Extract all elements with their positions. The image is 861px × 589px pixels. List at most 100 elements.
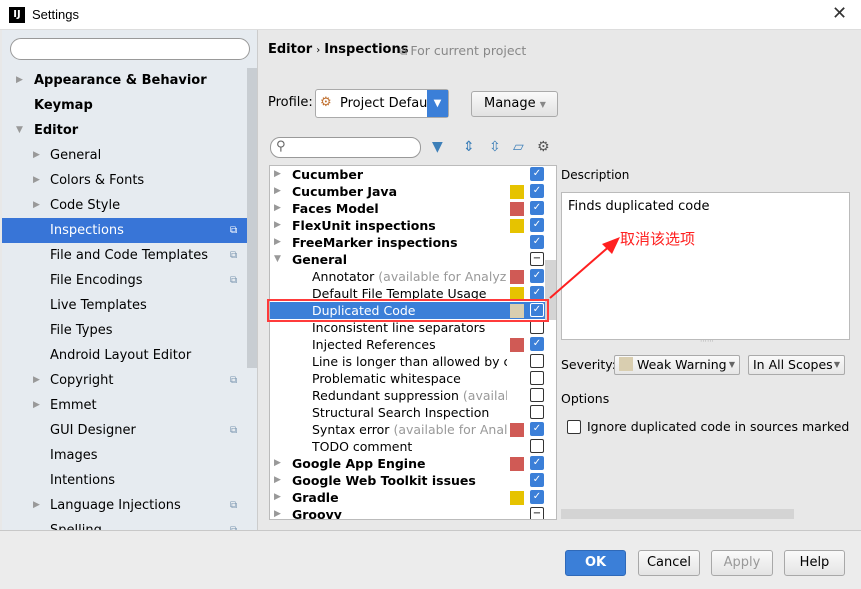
ignore-duplicated-checkbox[interactable] bbox=[567, 420, 581, 434]
sidebar-item-spelling[interactable]: Spelling ⧉ bbox=[2, 518, 247, 530]
sidebar-item-emmet[interactable]: ▶ Emmet bbox=[2, 393, 247, 418]
inspection-name: Google App Engine bbox=[292, 456, 426, 471]
inspection-name: Cucumber bbox=[292, 167, 363, 182]
sidebar-scrollbar[interactable] bbox=[247, 68, 257, 368]
sidebar-item-code-style[interactable]: ▶ Code Style bbox=[2, 193, 247, 218]
inspection-checkbox[interactable]: ✓ bbox=[530, 167, 544, 181]
tree-row[interactable]: TODO comment bbox=[270, 438, 546, 455]
help-button[interactable]: Help bbox=[784, 550, 845, 576]
triangle-right-icon[interactable]: ▶ bbox=[274, 506, 281, 519]
triangle-right-icon[interactable]: ▶ bbox=[33, 368, 40, 393]
sidebar-item-editor[interactable]: ▼ Editor bbox=[2, 118, 247, 143]
triangle-right-icon[interactable]: ▶ bbox=[274, 234, 281, 251]
triangle-right-icon[interactable]: ▶ bbox=[33, 193, 40, 218]
breadcrumb-editor[interactable]: Editor bbox=[268, 42, 312, 57]
inspection-checkbox[interactable] bbox=[530, 405, 544, 419]
tree-row[interactable]: ▶ Faces Model ✓ bbox=[270, 200, 546, 217]
severity-dropdown[interactable]: Weak Warning ▼ bbox=[614, 355, 740, 375]
inspection-search-input[interactable]: ⚲ bbox=[270, 137, 421, 158]
triangle-right-icon[interactable]: ▶ bbox=[33, 493, 40, 518]
reset-icon[interactable]: ▱ bbox=[513, 139, 524, 155]
inspection-checkbox[interactable] bbox=[530, 439, 544, 453]
sidebar-item-images[interactable]: Images bbox=[2, 443, 247, 468]
triangle-right-icon[interactable]: ▶ bbox=[274, 166, 281, 183]
triangle-down-icon[interactable]: ▼ bbox=[16, 118, 23, 143]
sidebar-item-file-types[interactable]: File Types bbox=[2, 318, 247, 343]
options-horizontal-scrollbar[interactable] bbox=[561, 509, 794, 519]
sidebar-item-keymap[interactable]: Keymap bbox=[2, 93, 247, 118]
tree-row[interactable]: Line is longer than allowed by co bbox=[270, 353, 546, 370]
tree-row[interactable]: ▶ Groovy − bbox=[270, 506, 546, 519]
triangle-right-icon[interactable]: ▶ bbox=[16, 68, 23, 93]
chevron-down-icon[interactable]: ▼ bbox=[427, 90, 448, 117]
inspection-checkbox[interactable]: ✓ bbox=[530, 473, 544, 487]
gear-icon[interactable]: ⚙ bbox=[537, 139, 550, 155]
inspection-name: Google Web Toolkit issues bbox=[292, 473, 476, 488]
inspection-checkbox[interactable]: ✓ bbox=[530, 456, 544, 470]
inspection-checkbox[interactable]: ✓ bbox=[530, 490, 544, 504]
inspection-checkbox[interactable] bbox=[530, 371, 544, 385]
resize-handle[interactable]: ⋯⋯ bbox=[700, 337, 714, 345]
tree-row[interactable]: Problematic whitespace bbox=[270, 370, 546, 387]
sidebar-item-live-templates[interactable]: Live Templates bbox=[2, 293, 247, 318]
sidebar-item-file-encodings[interactable]: File Encodings ⧉ bbox=[2, 268, 247, 293]
triangle-right-icon[interactable]: ▶ bbox=[33, 143, 40, 168]
inspection-checkbox[interactable]: − bbox=[530, 507, 544, 519]
sidebar-item-label: Copyright bbox=[50, 373, 114, 388]
sidebar-item-inspections[interactable]: Inspections ⧉ bbox=[2, 218, 247, 243]
expand-all-icon[interactable]: ⇕ bbox=[463, 139, 475, 155]
close-icon[interactable]: ✕ bbox=[832, 3, 847, 24]
scope-dropdown[interactable]: In All Scopes ▼ bbox=[748, 355, 845, 375]
profile-dropdown[interactable]: ⚙ Project Default ▼ bbox=[315, 89, 449, 118]
tree-row[interactable]: ▶ Google App Engine ✓ bbox=[270, 455, 546, 472]
tree-row[interactable]: Redundant suppression (available bbox=[270, 387, 546, 404]
sidebar-item-gui-designer[interactable]: GUI Designer ⧉ bbox=[2, 418, 247, 443]
ignore-duplicated-label[interactable]: Ignore duplicated code in sources marked… bbox=[587, 419, 851, 434]
triangle-right-icon[interactable]: ▶ bbox=[33, 393, 40, 418]
inspection-checkbox[interactable]: ✓ bbox=[530, 184, 544, 198]
tree-row[interactable]: Syntax error (available for Analyz ✓ bbox=[270, 421, 546, 438]
tree-row[interactable]: ▶ Gradle ✓ bbox=[270, 489, 546, 506]
inspection-checkbox[interactable] bbox=[530, 388, 544, 402]
sidebar-item-general[interactable]: ▶ General bbox=[2, 143, 247, 168]
cancel-button[interactable]: Cancel bbox=[638, 550, 700, 576]
inspection-checkbox[interactable] bbox=[530, 354, 544, 368]
sidebar-item-file-and-code-templates[interactable]: File and Code Templates ⧉ bbox=[2, 243, 247, 268]
tree-row[interactable]: ▶ Google Web Toolkit issues ✓ bbox=[270, 472, 546, 489]
triangle-right-icon[interactable]: ▶ bbox=[274, 217, 281, 234]
tree-row[interactable]: ▼ General − bbox=[270, 251, 546, 268]
sidebar-item-label: Language Injections bbox=[50, 498, 181, 513]
triangle-right-icon[interactable]: ▶ bbox=[274, 200, 281, 217]
collapse-all-icon[interactable]: ⇳ bbox=[489, 139, 501, 155]
chevron-down-icon: ▼ bbox=[833, 360, 840, 369]
ok-button[interactable]: OK bbox=[565, 550, 626, 576]
sidebar-item-language-injections[interactable]: ▶ Language Injections ⧉ bbox=[2, 493, 247, 518]
settings-search-input[interactable] bbox=[10, 38, 250, 60]
tree-row[interactable]: ▶ Cucumber Java ✓ bbox=[270, 183, 546, 200]
tree-row[interactable]: ▶ Cucumber ✓ bbox=[270, 166, 546, 183]
tree-row[interactable]: ▶ FreeMarker inspections ✓ bbox=[270, 234, 546, 251]
tree-row[interactable]: ▶ FlexUnit inspections ✓ bbox=[270, 217, 546, 234]
tree-row[interactable]: Annotator (available for Analyze|I✓ bbox=[270, 268, 546, 285]
inspection-checkbox[interactable] bbox=[530, 320, 544, 334]
tree-row[interactable]: Structural Search Inspection bbox=[270, 404, 546, 421]
sidebar-item-intentions[interactable]: Intentions bbox=[2, 468, 247, 493]
inspection-checkbox[interactable]: ✓ bbox=[530, 422, 544, 436]
inspection-availability-note: (available for Analyz bbox=[393, 422, 507, 437]
triangle-right-icon[interactable]: ▶ bbox=[33, 168, 40, 193]
inspection-checkbox[interactable]: ✓ bbox=[530, 337, 544, 351]
triangle-right-icon[interactable]: ▶ bbox=[274, 489, 281, 506]
filter-icon[interactable]: ▼ bbox=[432, 139, 443, 155]
triangle-down-icon[interactable]: ▼ bbox=[274, 251, 281, 268]
sidebar-item-colors-fonts[interactable]: ▶ Colors & Fonts bbox=[2, 168, 247, 193]
manage-button[interactable]: Manage ▼ bbox=[471, 91, 558, 117]
triangle-right-icon[interactable]: ▶ bbox=[274, 472, 281, 489]
inspection-checkbox[interactable]: ✓ bbox=[530, 201, 544, 215]
sidebar-item-appearance-behavior[interactable]: ▶ Appearance & Behavior bbox=[2, 68, 247, 93]
sidebar-item-android-layout-editor[interactable]: Android Layout Editor bbox=[2, 343, 247, 368]
tree-row[interactable]: Injected References ✓ bbox=[270, 336, 546, 353]
sidebar-item-copyright[interactable]: ▶ Copyright ⧉ bbox=[2, 368, 247, 393]
triangle-right-icon[interactable]: ▶ bbox=[274, 183, 281, 200]
apply-button[interactable]: Apply bbox=[711, 550, 773, 576]
triangle-right-icon[interactable]: ▶ bbox=[274, 455, 281, 472]
